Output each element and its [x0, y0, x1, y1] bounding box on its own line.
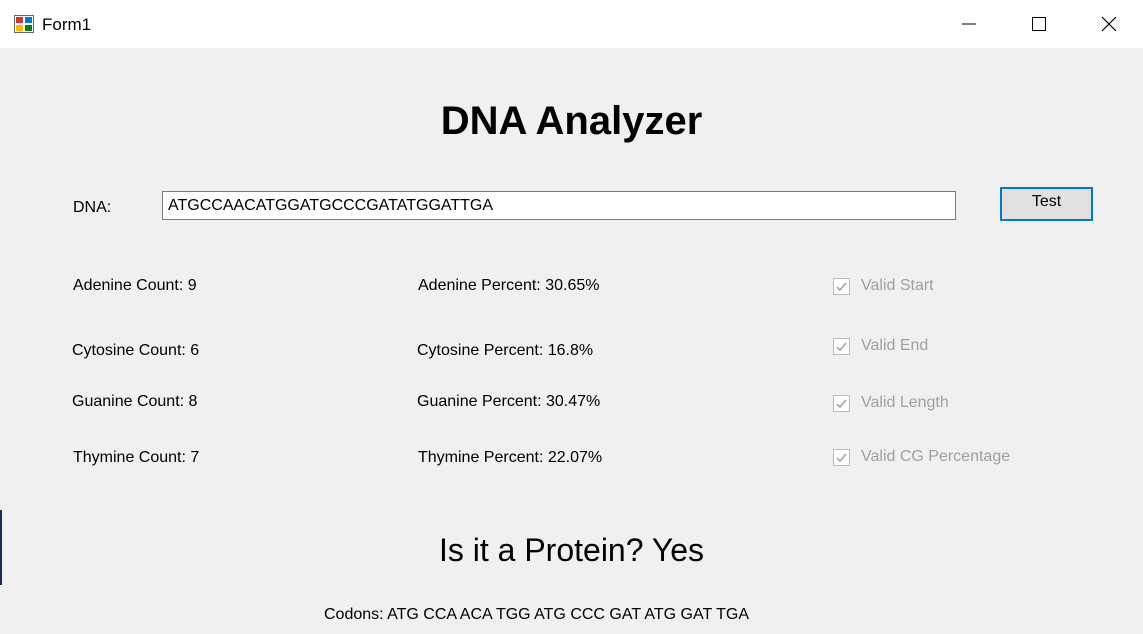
valid-cg-percentage-checkbox[interactable]: Valid CG Percentage	[833, 448, 1010, 466]
valid-end-checkbox[interactable]: Valid End	[833, 337, 928, 355]
window-title: Form1	[42, 15, 92, 34]
maximize-button[interactable]	[1004, 0, 1074, 48]
guanine-percent: Guanine Percent: 30.47%	[417, 393, 601, 410]
checkbox-box[interactable]	[833, 448, 850, 466]
close-button[interactable]	[1074, 0, 1143, 48]
minimize-button[interactable]	[934, 0, 1004, 48]
test-button[interactable]: Test	[1000, 187, 1093, 221]
guanine-count: Guanine Count: 8	[72, 393, 198, 410]
valid-cg-percentage-label: Valid CG Percentage	[861, 448, 1011, 465]
protein-result: Is it a Protein? Yes	[438, 532, 705, 568]
valid-start-label: Valid Start	[861, 277, 934, 294]
title-bar: Form1	[0, 0, 1143, 48]
checkbox-box[interactable]	[833, 394, 850, 412]
codons-label: Codons: ATG CCA ACA TGG ATG CCC GAT ATG …	[324, 606, 750, 623]
checkmark-icon	[836, 453, 847, 462]
checkmark-icon	[836, 282, 847, 291]
minimize-icon	[962, 23, 976, 25]
checkmark-icon	[836, 342, 847, 351]
checkbox-box[interactable]	[833, 277, 850, 295]
window-edge	[0, 510, 2, 585]
adenine-percent: Adenine Percent: 30.65%	[418, 277, 600, 294]
adenine-count: Adenine Count: 9	[73, 277, 197, 294]
close-icon	[1101, 16, 1117, 32]
valid-end-label: Valid End	[861, 337, 929, 354]
dna-label: DNA:	[73, 199, 112, 216]
valid-start-checkbox[interactable]: Valid Start	[833, 277, 934, 295]
cytosine-percent: Cytosine Percent: 16.8%	[417, 342, 594, 359]
app-icon	[14, 15, 34, 33]
thymine-percent: Thymine Percent: 22.07%	[418, 449, 603, 466]
page-title: DNA Analyzer	[440, 99, 703, 143]
valid-length-checkbox[interactable]: Valid Length	[833, 394, 949, 412]
checkbox-box[interactable]	[833, 337, 850, 355]
valid-length-label: Valid Length	[861, 394, 949, 411]
checkmark-icon	[836, 399, 847, 408]
dna-input[interactable]: ATGCCAACATGGATGCCCGATATGGATTGA	[162, 191, 956, 220]
cytosine-count: Cytosine Count: 6	[72, 342, 200, 359]
maximize-icon	[1032, 17, 1046, 31]
thymine-count: Thymine Count: 7	[73, 449, 200, 466]
